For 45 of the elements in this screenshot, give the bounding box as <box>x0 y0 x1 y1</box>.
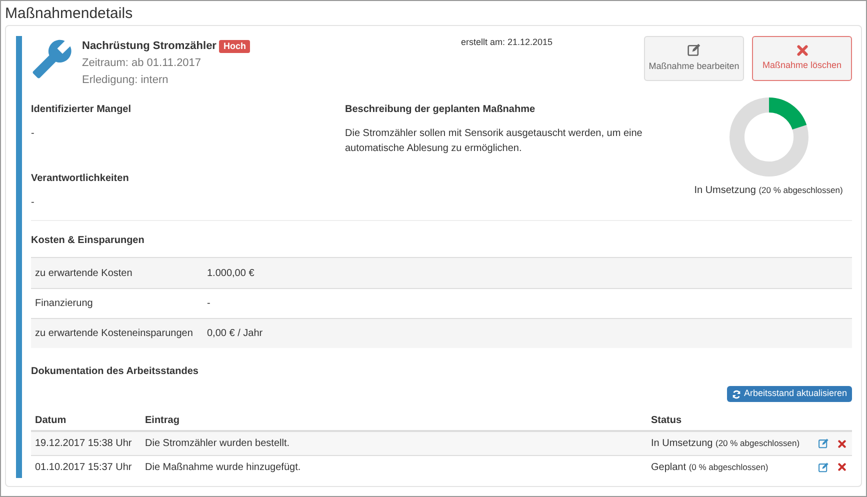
cost-value: 0,00 € / Jahr <box>207 327 263 341</box>
progress-status: In Umsetzung (20 % abgeschlossen) <box>694 184 843 198</box>
edit-button[interactable]: Maßnahme bearbeiten <box>644 36 744 81</box>
period-text: Zeitraum: ab 01.11.2017 <box>82 56 202 71</box>
responsibilities-text: - <box>31 196 36 210</box>
priority-badge: Hoch <box>219 40 250 53</box>
close-icon <box>838 440 846 448</box>
edit-icon <box>818 462 829 472</box>
entry-cell-text: Die Stromzähler wurden bestellt. <box>145 437 291 451</box>
handling-text: Erledigung: intern <box>82 73 170 88</box>
created-date: erstellt am: 21.12.2015 <box>461 36 554 49</box>
cost-value: - <box>207 297 210 311</box>
section-heading: Identifizierter Mangel <box>31 103 132 117</box>
status-cell-text: In Umsetzung (20 % abgeschlossen) <box>651 437 800 451</box>
cost-label: zu erwartende Kosten <box>35 266 134 280</box>
edit-icon <box>687 43 701 58</box>
description-text: Die Stromzähler sollen mit Sensorik ausgetauscht werden, um eine automatische Ablesung zu ermöglichen. <box>345 127 644 156</box>
cost-label: Finanzierung <box>35 297 94 311</box>
measure-title: Nachrüstung Stromzähler <box>82 39 216 54</box>
wrench-icon <box>31 38 73 80</box>
delete-entry-button[interactable] <box>838 440 846 448</box>
entry-cell-text: Die Maßnahme wurde hinzugefügt. <box>145 460 302 474</box>
column-header: Eintrag <box>145 414 180 428</box>
update-button[interactable]: Arbeitsstand aktualisieren <box>726 386 852 402</box>
edit-icon <box>818 438 829 449</box>
delete-entry-button[interactable] <box>838 463 846 471</box>
column-header: Datum <box>35 414 68 428</box>
page-title: Maßnahmendetails <box>4 4 134 24</box>
delete-button[interactable]: Maßnahme löschen <box>752 36 852 81</box>
status-cell-text: Geplant (0 % abgeschlossen) <box>651 460 768 474</box>
section-heading: Beschreibung der geplanten Maßnahme <box>345 103 536 117</box>
date-cell-text: 01.10.2017 15:37 Uhr <box>35 460 133 474</box>
edit-entry-button[interactable] <box>818 462 829 472</box>
close-icon <box>796 44 808 56</box>
edit-entry-button[interactable] <box>818 438 829 449</box>
section-heading: Dokumentation des Arbeitsstandes <box>31 365 200 379</box>
close-icon <box>838 463 846 471</box>
refresh-icon <box>732 390 741 398</box>
cost-value: 1.000,00 € <box>207 266 254 280</box>
deficiency-text: - <box>31 127 36 141</box>
section-heading: Kosten & Einsparungen <box>31 235 144 246</box>
date-cell-text: 19.12.2017 15:38 Uhr <box>35 437 133 451</box>
section-heading: Verantwortlichkeiten <box>31 172 130 186</box>
column-header: Status <box>651 414 682 428</box>
cost-label: zu erwartende Kosteneinsparungen <box>35 327 194 341</box>
